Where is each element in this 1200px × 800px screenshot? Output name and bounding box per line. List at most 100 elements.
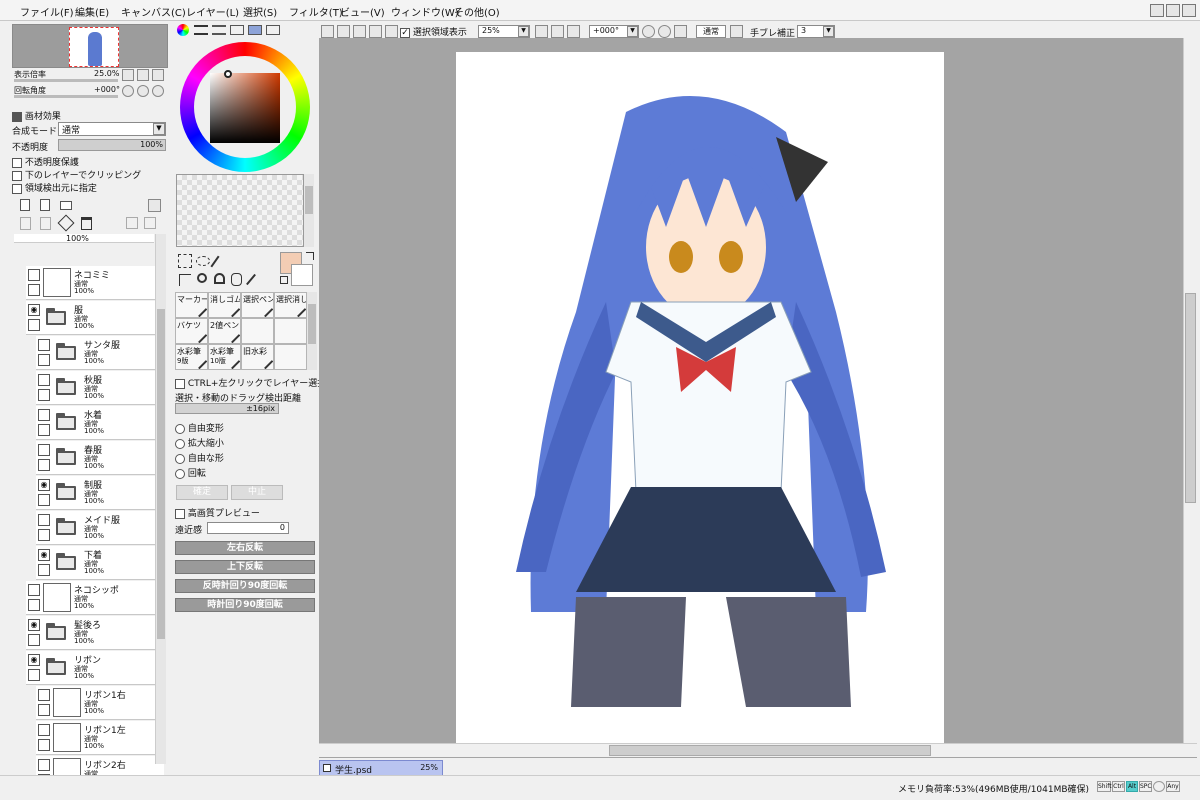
swap-colors-icon[interactable] bbox=[306, 252, 314, 260]
brush-tool-cell[interactable]: 旧水彩 bbox=[241, 344, 274, 370]
swatch-scrollbar-thumb[interactable] bbox=[305, 186, 313, 214]
layer-row[interactable]: ◉ 制服 通常 100% bbox=[36, 476, 164, 510]
ctrl-click-row[interactable]: CTRL+左クリックでレイヤー選択 bbox=[175, 376, 326, 389]
visibility-toggle[interactable] bbox=[38, 514, 50, 526]
layer-row[interactable]: 水着 通常 100% bbox=[36, 406, 164, 440]
hq-preview-row[interactable]: 高画質プレビュー bbox=[175, 506, 260, 519]
stabilizer-select[interactable]: 3 ▼ bbox=[797, 25, 835, 38]
select-all-button[interactable] bbox=[337, 25, 350, 38]
menu-window[interactable]: ウィンドウ(W) bbox=[391, 4, 459, 19]
eye-icon[interactable]: ◉ bbox=[38, 549, 50, 561]
swatch-tab-icon[interactable] bbox=[248, 25, 262, 35]
layer-lock-checkbox[interactable] bbox=[28, 284, 40, 296]
magic-wand-icon[interactable] bbox=[210, 255, 220, 268]
scratchpad-tab-icon[interactable] bbox=[266, 25, 280, 35]
color-swatch-grid[interactable] bbox=[176, 174, 304, 247]
visibility-toggle[interactable] bbox=[38, 374, 50, 386]
menu-edit[interactable]: 編集(E) bbox=[75, 4, 109, 19]
lasso-icon[interactable] bbox=[196, 256, 210, 266]
scale-radio[interactable] bbox=[175, 438, 185, 449]
brush-tool-cell[interactable]: 水彩筆 9版 bbox=[175, 344, 208, 370]
layer-lock-checkbox[interactable] bbox=[38, 739, 50, 751]
vertical-scrollbar-thumb[interactable] bbox=[1185, 293, 1196, 503]
menu-file[interactable]: ファイル(F) bbox=[20, 4, 74, 19]
layer-lock-checkbox[interactable] bbox=[38, 564, 50, 576]
selection-option-button[interactable] bbox=[385, 25, 398, 38]
eyedropper-icon[interactable] bbox=[246, 273, 256, 286]
angle-select[interactable]: +000° ▼ bbox=[589, 25, 639, 38]
layer-row[interactable]: ネコシッポ 通常 100% bbox=[26, 581, 164, 615]
menu-other[interactable]: その他(O) bbox=[454, 4, 500, 19]
brush-tool-cell[interactable] bbox=[274, 344, 307, 370]
mixer-tab-icon[interactable] bbox=[230, 25, 244, 35]
brush-tool-cell[interactable]: バケツ bbox=[175, 318, 208, 344]
zoom-fit-button[interactable] bbox=[567, 25, 580, 38]
brush-tool-cell[interactable] bbox=[241, 318, 274, 344]
background-color-swatch[interactable] bbox=[291, 264, 313, 286]
free-shape-radio[interactable] bbox=[175, 453, 185, 464]
hq-preview-checkbox[interactable] bbox=[175, 508, 185, 519]
layer-lock-checkbox[interactable] bbox=[38, 354, 50, 366]
visibility-toggle[interactable] bbox=[38, 444, 50, 456]
free-transform-radio[interactable] bbox=[175, 423, 185, 434]
reset-colors-icon[interactable] bbox=[280, 276, 288, 284]
zoom-tool-icon[interactable] bbox=[197, 273, 207, 283]
menu-filter[interactable]: フィルタ(T) bbox=[289, 4, 343, 19]
free-shape-row[interactable]: 自由な形 bbox=[175, 451, 224, 464]
rotate-radio[interactable] bbox=[175, 468, 185, 479]
layer-scrollbar[interactable] bbox=[155, 234, 166, 764]
brush-tool-cell[interactable]: 消しゴム bbox=[208, 292, 241, 318]
brush-tool-cell[interactable]: 選択ペン bbox=[241, 292, 274, 318]
free-transform-row[interactable]: 自由変形 bbox=[175, 421, 224, 434]
rotate-cw-button[interactable]: 時計回り90度回転 bbox=[175, 598, 315, 612]
layer-row[interactable]: ◉ 服通常 100% bbox=[26, 301, 164, 335]
scale-row[interactable]: 拡大縮小 bbox=[175, 436, 224, 449]
layer-lock-checkbox[interactable] bbox=[38, 494, 50, 506]
color-wheel-tab-icon[interactable] bbox=[177, 24, 189, 36]
zoom-minus-button[interactable] bbox=[535, 25, 548, 38]
brush-tool-cell[interactable]: 選択消し bbox=[274, 292, 307, 318]
layer-row[interactable]: 春服 通常 100% bbox=[36, 441, 164, 475]
brush-tool-cell[interactable] bbox=[274, 318, 307, 344]
select-rect-icon[interactable] bbox=[178, 254, 192, 268]
eye-icon[interactable]: ◉ bbox=[38, 479, 50, 491]
maximize-button[interactable] bbox=[1166, 4, 1180, 17]
eye-icon[interactable]: ◉ bbox=[28, 304, 40, 316]
layer-lock-checkbox[interactable] bbox=[28, 599, 40, 611]
show-selection-row[interactable]: ✓ 選択領域表示 bbox=[400, 25, 467, 38]
move-icon[interactable] bbox=[179, 274, 191, 286]
eye-icon[interactable]: ◉ bbox=[28, 654, 40, 666]
horizontal-scrollbar-thumb[interactable] bbox=[609, 745, 931, 756]
document-canvas[interactable] bbox=[456, 52, 944, 744]
layer-lock-checkbox[interactable] bbox=[38, 704, 50, 716]
color-square[interactable] bbox=[210, 73, 280, 143]
close-button[interactable] bbox=[1182, 4, 1196, 17]
flip-view-button[interactable] bbox=[730, 25, 743, 38]
layer-lock-checkbox[interactable] bbox=[38, 424, 50, 436]
layer-row[interactable]: リボン1左 通常 100% bbox=[36, 721, 164, 755]
visibility-toggle[interactable] bbox=[38, 339, 50, 351]
swatch-scrollbar[interactable] bbox=[304, 174, 314, 247]
layer-row[interactable]: ◉ 髪後ろ 通常 100% bbox=[26, 616, 164, 650]
visibility-toggle[interactable] bbox=[28, 269, 40, 281]
hue-cursor[interactable] bbox=[224, 70, 232, 78]
layer-lock-checkbox[interactable] bbox=[38, 459, 50, 471]
layer-scrollbar-thumb[interactable] bbox=[157, 309, 165, 639]
visibility-toggle[interactable] bbox=[38, 759, 50, 771]
rotate-row[interactable]: 回転 bbox=[175, 466, 206, 479]
layer-row[interactable]: ネコミミ 通常 100% bbox=[26, 266, 164, 300]
flip-horizontal-button[interactable]: 左右反転 bbox=[175, 541, 315, 555]
flip-vertical-button[interactable]: 上下反転 bbox=[175, 560, 315, 574]
document-tab[interactable]: 学生.psd 25% bbox=[319, 760, 443, 776]
zoom-select[interactable]: 25% ▼ bbox=[478, 25, 530, 38]
layer-lock-checkbox[interactable] bbox=[28, 669, 40, 681]
confirm-button[interactable]: 確定 bbox=[176, 485, 228, 500]
layer-lock-checkbox[interactable] bbox=[38, 389, 50, 401]
layer-row[interactable]: 秋服 通常 100% bbox=[36, 371, 164, 405]
hand-tool-icon[interactable] bbox=[231, 273, 242, 286]
horizontal-scrollbar[interactable] bbox=[319, 743, 1197, 757]
visibility-toggle[interactable] bbox=[28, 584, 40, 596]
brush-tool-cell[interactable]: マーカー bbox=[175, 292, 208, 318]
rotate-canvas-left-button[interactable] bbox=[642, 25, 655, 38]
layer-lock-checkbox[interactable] bbox=[28, 634, 40, 646]
